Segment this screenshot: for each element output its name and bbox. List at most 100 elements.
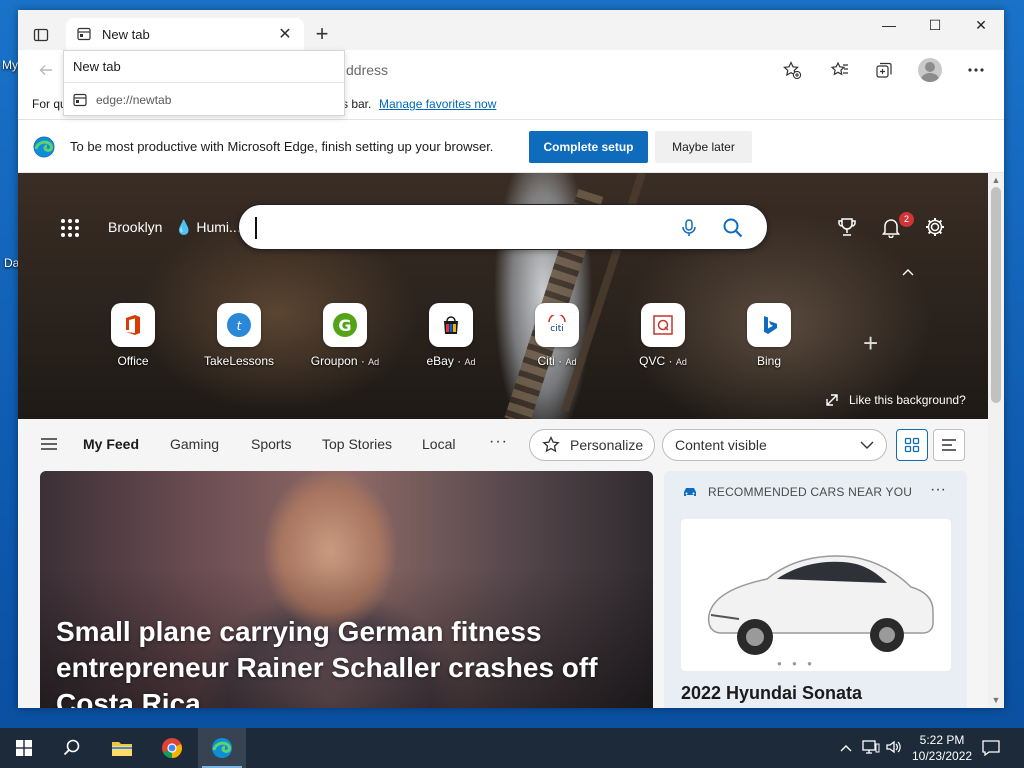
- add-quick-link-button[interactable]: +: [863, 328, 878, 359]
- back-button[interactable]: [34, 58, 58, 82]
- like-background-button[interactable]: Like this background?: [825, 393, 966, 407]
- personalize-label: Personalize: [570, 437, 644, 453]
- quick-link-label: eBay: [426, 354, 454, 368]
- ad-marker: Ad: [675, 357, 687, 367]
- suggestion-url: edge://newtab: [96, 92, 172, 107]
- card-more-button[interactable]: ···: [930, 481, 946, 499]
- show-hidden-icons-chevron[interactable]: [840, 740, 852, 755]
- minimize-button[interactable]: —: [866, 10, 912, 40]
- complete-setup-button[interactable]: Complete setup: [529, 131, 648, 163]
- tab-actions-icon[interactable]: [30, 24, 52, 46]
- recommended-cars-card[interactable]: RECOMMENDED CARS NEAR YOU ··· ● ● ● 2022…: [664, 471, 967, 708]
- desktop-icon-label-1[interactable]: My: [2, 58, 18, 72]
- new-tab-page: Brooklyn 💧 Humi... 2 Office t TakeLesson…: [18, 173, 988, 708]
- quick-link-citi[interactable]: citi Citi · Ad: [517, 303, 597, 368]
- feed-tab-sports[interactable]: Sports: [251, 436, 291, 452]
- quick-link-groupon[interactable]: G Groupon · Ad: [305, 303, 385, 368]
- grid-view-button[interactable]: [896, 429, 928, 461]
- clock-time: 5:22 PM: [919, 733, 965, 747]
- quick-link-label: Bing: [756, 354, 782, 368]
- lead-story-card[interactable]: Small plane carrying German fitness entr…: [40, 471, 653, 708]
- list-view-icon: [942, 439, 956, 451]
- weather-widget[interactable]: 💧 Humi...: [175, 219, 241, 236]
- quick-link-ebay[interactable]: eBay · Ad: [411, 303, 491, 368]
- edge-logo-icon: [32, 135, 56, 159]
- tab-strip: New tab ✕ + — ☐ ✕: [18, 10, 1004, 50]
- feed-tab-top-stories[interactable]: Top Stories: [322, 436, 392, 452]
- hero-background: Brooklyn 💧 Humi... 2 Office t TakeLesson…: [18, 173, 988, 419]
- citi-icon: citi: [535, 303, 579, 347]
- file-explorer-button[interactable]: [98, 728, 146, 768]
- personalize-star-icon: [542, 436, 560, 453]
- ad-marker: Ad: [565, 357, 577, 367]
- app-launcher-icon[interactable]: [60, 218, 80, 238]
- car-title[interactable]: 2022 Hyundai Sonata: [681, 683, 862, 704]
- microphone-icon[interactable]: [679, 218, 699, 238]
- address-suggestions-dropdown: New tab edge://newtab: [63, 50, 345, 116]
- taskbar-search-button[interactable]: [48, 728, 96, 768]
- network-icon[interactable]: [862, 740, 880, 757]
- quick-link-office[interactable]: Office: [93, 303, 173, 368]
- page-settings-gear-icon[interactable]: [924, 216, 946, 238]
- edge-taskbar-button[interactable]: [198, 728, 246, 768]
- start-button[interactable]: [0, 728, 48, 768]
- ad-marker: Ad: [368, 357, 380, 367]
- quick-link-label: Citi: [537, 354, 555, 368]
- groupon-icon: G: [323, 303, 367, 347]
- maybe-later-button[interactable]: Maybe later: [655, 131, 752, 163]
- scroll-thumb[interactable]: [991, 187, 1001, 403]
- action-center-icon[interactable]: [982, 740, 1000, 759]
- chrome-taskbar-button[interactable]: [148, 728, 196, 768]
- system-clock[interactable]: 5:22 PM 10/23/2022: [912, 732, 972, 764]
- quick-link-qvc[interactable]: QVC · Ad: [623, 303, 703, 368]
- content-visibility-value: Content visible: [675, 437, 767, 453]
- story-headline[interactable]: Small plane carrying German fitness entr…: [56, 614, 616, 708]
- suggestion-title[interactable]: New tab: [64, 51, 344, 83]
- text-caret: [255, 217, 257, 239]
- scroll-up-arrow[interactable]: ▲: [991, 175, 1001, 185]
- content-visibility-select[interactable]: Content visible: [662, 429, 887, 461]
- scroll-down-arrow[interactable]: ▼: [991, 695, 1001, 705]
- rewards-trophy-icon[interactable]: [836, 216, 858, 238]
- favorites-icon[interactable]: [828, 58, 852, 82]
- weather-label: Humi...: [196, 219, 241, 235]
- feed-tab-my-feed[interactable]: My Feed: [83, 436, 139, 452]
- edge-icon: [212, 738, 232, 758]
- new-tab-button[interactable]: +: [310, 23, 334, 47]
- collapse-chevron-up-icon[interactable]: [902, 265, 914, 279]
- suggestion-row[interactable]: edge://newtab: [64, 83, 344, 116]
- page-scrollbar[interactable]: ▲ ▼: [988, 173, 1004, 708]
- like-background-label: Like this background?: [849, 393, 966, 407]
- quick-link-takelessons[interactable]: t TakeLessons: [199, 303, 279, 368]
- tab-new-tab[interactable]: New tab ✕: [66, 18, 304, 50]
- notification-count-badge: 2: [899, 212, 914, 227]
- close-window-button[interactable]: ✕: [958, 10, 1004, 40]
- quick-link-bing[interactable]: Bing: [729, 303, 809, 368]
- web-search-input[interactable]: [238, 204, 768, 250]
- carousel-pager: ● ● ●: [777, 659, 816, 668]
- chrome-icon: [162, 738, 182, 759]
- personalize-button[interactable]: Personalize: [529, 429, 655, 461]
- ad-marker: Ad: [464, 357, 476, 367]
- manage-favorites-link[interactable]: Manage favorites now: [379, 97, 496, 111]
- more-tabs-button[interactable]: ···: [489, 433, 508, 451]
- location-label[interactable]: Brooklyn: [108, 219, 162, 235]
- menu-hamburger-icon[interactable]: [40, 437, 58, 451]
- bing-icon: [747, 303, 791, 347]
- settings-more-icon[interactable]: [964, 58, 988, 82]
- add-favorite-icon[interactable]: [780, 58, 804, 82]
- newtab-favicon-icon: [72, 92, 88, 108]
- setup-message: To be most productive with Microsoft Edg…: [70, 139, 494, 154]
- feed-tab-local[interactable]: Local: [422, 436, 455, 452]
- maximize-button[interactable]: ☐: [912, 10, 958, 40]
- tab-close-icon[interactable]: ✕: [276, 25, 294, 43]
- volume-icon[interactable]: [885, 740, 903, 757]
- office-icon: [111, 303, 155, 347]
- expand-arrow-icon: [826, 394, 838, 406]
- search-icon[interactable]: [722, 217, 744, 239]
- feed-tab-gaming[interactable]: Gaming: [170, 436, 219, 452]
- profile-avatar[interactable]: [918, 58, 942, 82]
- collections-icon[interactable]: [872, 58, 896, 82]
- taskbar: 5:22 PM 10/23/2022: [0, 728, 1024, 768]
- list-view-button[interactable]: [933, 429, 965, 461]
